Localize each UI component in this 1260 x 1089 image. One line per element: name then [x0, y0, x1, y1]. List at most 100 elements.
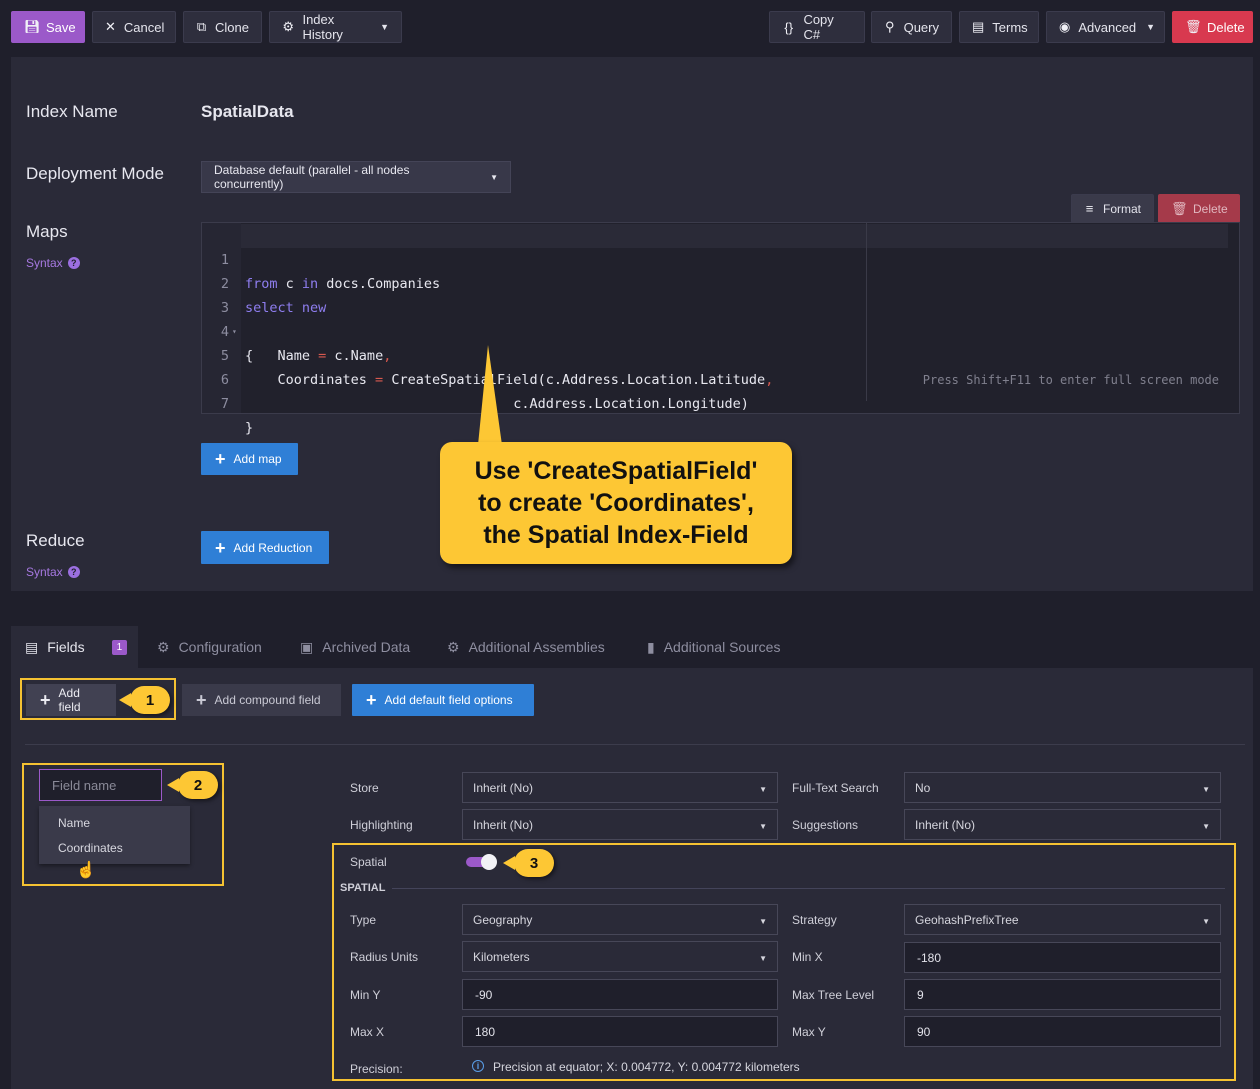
max-y-input[interactable]: 90 — [904, 1016, 1221, 1047]
close-icon: ✕ — [105, 19, 116, 34]
save-icon: 💾︎ — [24, 19, 41, 34]
field-name-input[interactable]: Field name — [39, 769, 162, 801]
code-line: 2 select new — [220, 276, 327, 316]
delete-index-button[interactable]: 🗑︎ Delete — [1172, 11, 1253, 43]
fullscreen-hint: Press Shift+F11 to enter full screen mod… — [922, 373, 1219, 387]
max-x-input[interactable]: 180 — [462, 1016, 778, 1047]
index-name-label: Index Name — [26, 102, 118, 121]
copy-csharp-button[interactable]: {} Copy C# — [769, 11, 865, 43]
advanced-button[interactable]: ◉ Advanced ▼ — [1046, 11, 1165, 43]
file-icon: ▮ — [647, 638, 655, 655]
min-x-label: Min X — [792, 950, 823, 964]
code-line: 6 c.Address.Location.Longitude) — [220, 372, 749, 412]
clone-button[interactable]: ⧉ Clone — [183, 11, 262, 43]
code-line: 4 Name = c.Name, — [220, 324, 392, 364]
spatial-toggle[interactable] — [466, 854, 497, 870]
chevron-down-icon: ▼ — [1202, 917, 1210, 926]
reduce-syntax-link[interactable]: Syntax ? — [26, 565, 80, 579]
chevron-down-icon: ▼ — [1202, 822, 1210, 831]
chevron-down-icon: ▼ — [490, 172, 498, 182]
terms-button[interactable]: ▤ Terms — [959, 11, 1039, 43]
max-y-label: Max Y — [792, 1025, 826, 1039]
plus-icon: + — [215, 449, 226, 469]
info-icon: i — [472, 1060, 484, 1072]
maps-syntax-link[interactable]: Syntax ? — [26, 256, 80, 270]
index-name-value: SpatialData — [201, 102, 294, 121]
suggestion-item[interactable]: Coordinates — [58, 841, 123, 855]
radius-units-select[interactable]: Kilometers ▼ — [462, 941, 778, 972]
toggle-knob — [481, 854, 497, 870]
annotation-callout: Use 'CreateSpatialField' to create 'Coor… — [440, 442, 792, 564]
globe-icon: ◉ — [1059, 19, 1071, 34]
add-field-button[interactable]: + Add field — [26, 684, 116, 716]
plus-icon: + — [215, 537, 226, 558]
chevron-down-icon: ▼ — [759, 822, 767, 831]
deployment-mode-label: Deployment Mode — [26, 164, 164, 183]
chevron-down-icon: ▼ — [1146, 22, 1156, 32]
suggestions-select[interactable]: Inherit (No) ▼ — [904, 809, 1221, 840]
history-icon: ⚙ — [282, 19, 295, 34]
chevron-down-icon: ▼ — [380, 22, 389, 32]
store-select[interactable]: Inherit (No) ▼ — [462, 772, 778, 803]
deployment-mode-dropdown[interactable]: Database default (parallel - all nodes c… — [201, 161, 511, 193]
query-button[interactable]: ⚲ Query — [871, 11, 952, 43]
clone-icon: ⧉ — [196, 19, 207, 34]
type-label: Type — [350, 913, 377, 927]
map-code-editor[interactable]: 1 from c in docs.Companies 2 select new … — [201, 222, 1240, 436]
document-icon: ▤ — [972, 19, 985, 34]
type-select[interactable]: Geography ▼ — [462, 904, 778, 935]
code-line: 1 from c in docs.Companies — [220, 252, 441, 292]
braces-icon: {} — [784, 19, 794, 35]
save-button[interactable]: 💾︎ Save — [11, 11, 85, 43]
format-icon: ≡ — [1085, 201, 1094, 216]
tab-configuration[interactable]: ⚙ Configuration — [143, 626, 276, 668]
add-compound-field-button[interactable]: + Add compound field — [182, 684, 341, 716]
tab-additional-sources[interactable]: ▮ Additional Sources — [633, 626, 794, 668]
add-map-button[interactable]: + Add map — [201, 443, 298, 475]
precision-label: Precision: — [350, 1062, 403, 1076]
highlighting-label: Highlighting — [350, 818, 413, 832]
strategy-select[interactable]: GeohashPrefixTree ▼ — [904, 904, 1221, 935]
tab-archived-data[interactable]: ▣ Archived Data — [286, 626, 424, 668]
max-tree-level-input[interactable]: 9 — [904, 979, 1221, 1010]
add-reduction-button[interactable]: + Add Reduction — [201, 531, 329, 564]
max-tree-level-label: Max Tree Level — [792, 988, 875, 1002]
spatial-section-header: SPATIAL — [340, 882, 386, 894]
chevron-down-icon: ▼ — [759, 785, 767, 794]
full-text-search-select[interactable]: No ▼ — [904, 772, 1221, 803]
strategy-label: Strategy — [792, 913, 837, 927]
reduce-label: Reduce — [26, 531, 85, 550]
min-y-input[interactable]: -90 — [462, 979, 778, 1010]
plus-icon: + — [366, 690, 377, 710]
format-button[interactable]: ≡ Format — [1071, 194, 1154, 223]
code-line: 3 ▾ { — [220, 300, 254, 364]
spatial-label: Spatial — [350, 855, 387, 869]
suggestion-item[interactable]: Name — [58, 816, 90, 830]
highlighting-select[interactable]: Inherit (No) ▼ — [462, 809, 778, 840]
full-text-search-label: Full-Text Search — [792, 781, 879, 795]
index-tabs: ▤ Fields 1 ⚙ Configuration ▣ Archived Da… — [11, 626, 1253, 668]
max-x-label: Max X — [350, 1025, 385, 1039]
help-icon: ? — [67, 566, 80, 578]
tab-fields[interactable]: ▤ Fields 1 — [11, 626, 138, 668]
step-marker: 1 — [119, 686, 170, 714]
cancel-button[interactable]: ✕ Cancel — [92, 11, 176, 43]
precision-value: Precision at equator; X: 0.004772, Y: 0.… — [493, 1060, 800, 1074]
trash-icon: 🗑︎ — [1185, 19, 1202, 34]
divider — [25, 744, 1245, 745]
fields-count-badge: 1 — [111, 639, 128, 655]
delete-map-button[interactable]: 🗑︎ Delete — [1158, 194, 1240, 223]
tab-additional-assemblies[interactable]: ⚙ Additional Assemblies — [433, 626, 619, 668]
min-x-input[interactable]: -180 — [904, 942, 1221, 973]
chevron-down-icon: ▼ — [759, 917, 767, 926]
chevron-down-icon: ▼ — [759, 954, 767, 963]
chevron-down-icon: ▼ — [1202, 785, 1210, 794]
trash-icon: 🗑︎ — [1171, 200, 1188, 216]
field-name-suggestions: Name Coordinates — [39, 806, 190, 864]
index-history-button[interactable]: ⚙ Index History ▼ — [269, 11, 402, 43]
callout-pointer — [478, 345, 502, 445]
add-default-field-options-button[interactable]: + Add default field options — [352, 684, 534, 716]
search-icon: ⚲ — [885, 19, 895, 34]
gear-icon: ⚙ — [157, 638, 170, 655]
step-marker: 2 — [167, 771, 218, 799]
